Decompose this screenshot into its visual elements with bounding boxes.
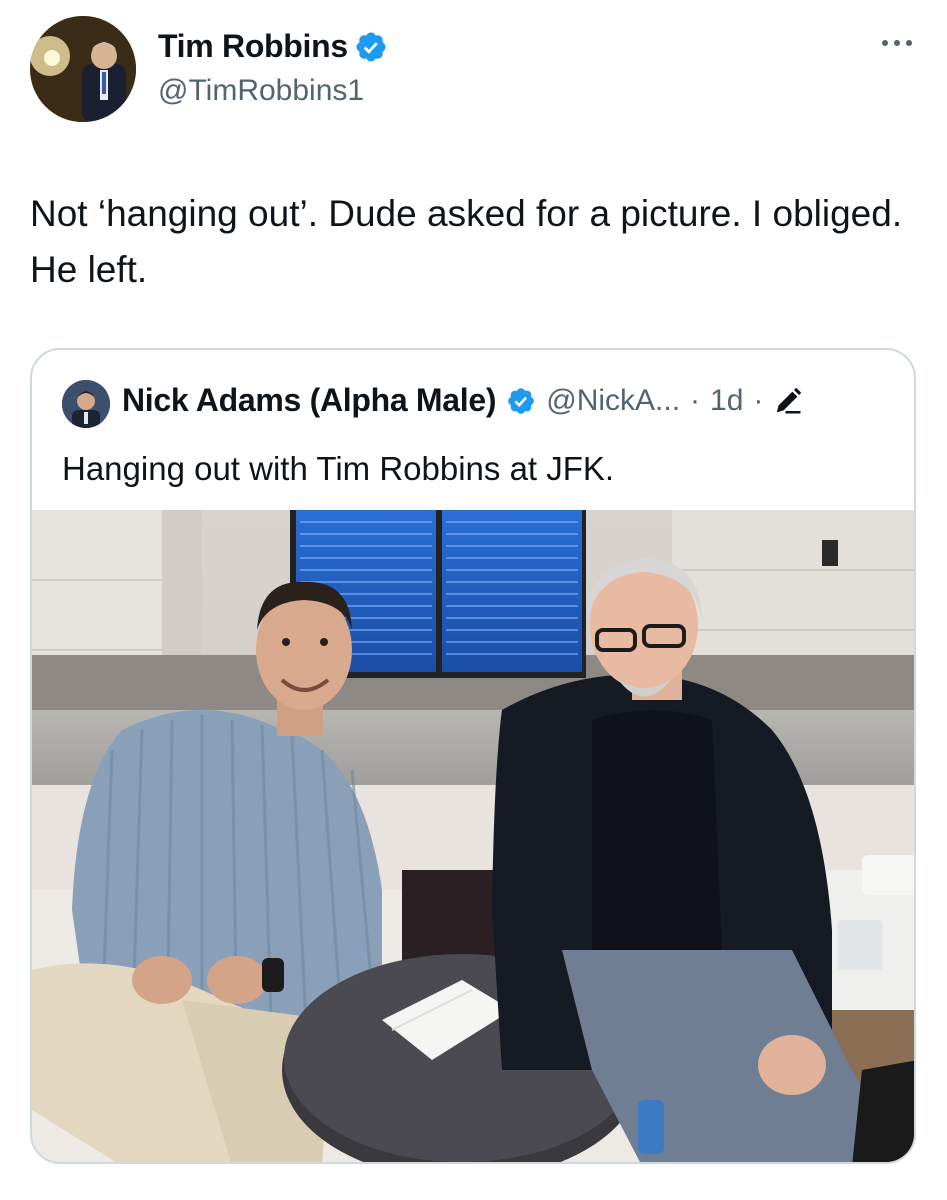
separator-dot: ·	[690, 383, 701, 417]
quoted-tweet-text: Hanging out with Tim Robbins at JFK.	[62, 450, 615, 487]
author-name[interactable]: Tim Robbins	[158, 28, 388, 65]
separator-dot-2: ·	[753, 383, 764, 417]
quoted-timestamp[interactable]: 1d	[710, 384, 743, 418]
quoted-author-avatar[interactable]	[62, 380, 110, 428]
quoted-author-handle[interactable]: @NickA...	[546, 384, 680, 418]
tweet-text: Not ‘hanging out’. Dude asked for a pict…	[30, 193, 903, 290]
quoted-avatar-image	[62, 380, 110, 428]
quoted-author-name[interactable]: Nick Adams (Alpha Male)	[122, 382, 497, 419]
quoted-tweet-photo[interactable]	[32, 510, 914, 1162]
verified-badge-icon	[356, 31, 386, 62]
airport-lounge-photo	[32, 510, 914, 1162]
author-avatar[interactable]	[30, 16, 136, 122]
quoted-verified-badge-icon	[508, 387, 535, 414]
author-name-text: Tim Robbins	[158, 28, 348, 64]
quoted-header: Nick Adams (Alpha Male) @NickA... · 1d ·	[122, 382, 803, 419]
pencil-icon[interactable]	[773, 386, 803, 416]
author-handle[interactable]: @TimRobbins1	[158, 74, 364, 108]
quoted-tweet[interactable]: Nick Adams (Alpha Male) @NickA... · 1d ·…	[30, 348, 916, 1164]
avatar-image	[30, 16, 136, 122]
ellipsis-icon[interactable]	[879, 36, 915, 50]
